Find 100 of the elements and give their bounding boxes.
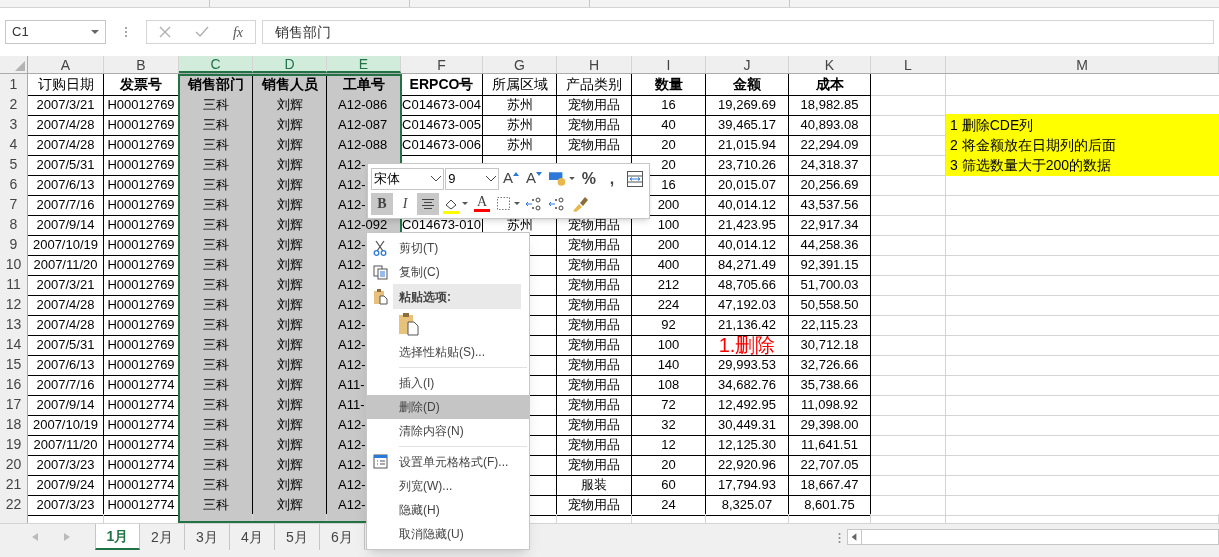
dropdown-caret-icon <box>91 29 99 35</box>
row-header[interactable]: 1 <box>0 74 28 96</box>
table-cell: 12,492.95 <box>706 394 789 416</box>
table-cell: 宠物用品 <box>557 374 632 396</box>
table-cell: H00012769 <box>104 234 179 256</box>
row-header[interactable]: 9 <box>0 234 28 256</box>
table-cell: 212 <box>632 274 706 296</box>
row-header[interactable]: 2 <box>0 94 28 116</box>
table-cell: 22,707.05 <box>789 454 871 476</box>
table-cell: 2007/7/16 <box>28 374 104 396</box>
size-dropdown[interactable]: 9 <box>445 167 500 190</box>
row-header[interactable]: 18 <box>0 414 28 436</box>
menu-item[interactable]: 复制(C) <box>367 260 529 285</box>
row-header[interactable]: 19 <box>0 434 28 456</box>
table-cell: 宠物用品 <box>557 494 632 516</box>
menu-item[interactable]: 隐藏(H) <box>367 497 529 522</box>
menu-item[interactable]: 清除内容(N) <box>367 418 529 443</box>
table-cell: 22,917.34 <box>789 214 871 236</box>
table-cell: H00012769 <box>104 134 179 156</box>
table-cell: 92 <box>632 314 706 336</box>
table-cell: 29,993.53 <box>706 354 789 376</box>
sheet-tab[interactable]: 5月 <box>275 524 320 550</box>
table-cell: 2007/11/20 <box>28 254 104 276</box>
sheet-tab[interactable]: 4月 <box>230 524 275 550</box>
row-header[interactable]: 22 <box>0 494 28 516</box>
row-header[interactable]: 17 <box>0 394 28 416</box>
column-header[interactable]: J <box>706 56 789 73</box>
menu-item[interactable]: 列宽(W)... <box>367 473 529 498</box>
clipboard-icon <box>372 288 388 306</box>
column-header[interactable]: G <box>483 56 557 73</box>
column-title-cell: 订购日期 <box>28 74 104 96</box>
table-cell: H00012769 <box>104 94 179 116</box>
table-cell: 20 <box>632 134 706 156</box>
sheet-tab[interactable]: 2月 <box>140 524 185 550</box>
column-header[interactable]: C <box>179 56 253 73</box>
insert-function-button[interactable]: fx <box>232 21 243 43</box>
menu-item[interactable]: 设置单元格格式(F)... <box>367 449 529 474</box>
caret-icon <box>462 201 468 206</box>
row-header[interactable]: 10 <box>0 254 28 276</box>
menu-item[interactable]: 删除(D) <box>367 394 529 419</box>
sheet-tab[interactable]: 6月 <box>320 524 365 550</box>
number-format-button[interactable]: % <box>578 167 600 190</box>
horizontal-scrollbar[interactable] <box>847 529 1219 545</box>
column-header[interactable]: E <box>327 56 401 73</box>
splitter-icon[interactable] <box>838 532 841 544</box>
row-header[interactable]: 14 <box>0 334 28 356</box>
row-header[interactable]: 4 <box>0 134 28 156</box>
table-cell: 刘辉 <box>253 354 327 376</box>
row-header[interactable]: 7 <box>0 194 28 216</box>
table-cell: 84,271.49 <box>706 254 789 276</box>
row-header[interactable]: 20 <box>0 454 28 476</box>
row-header[interactable]: 6 <box>0 174 28 196</box>
row-header[interactable]: 16 <box>0 374 28 396</box>
column-header[interactable]: M <box>946 56 1219 73</box>
sheet-tab[interactable]: 3月 <box>185 524 230 550</box>
triangle-icon <box>513 170 520 177</box>
table-cell: 22,115.23 <box>789 314 871 336</box>
column-header[interactable]: F <box>401 56 483 73</box>
grow-font-button[interactable]: A <box>500 167 523 190</box>
table-cell: 92,391.15 <box>789 254 871 276</box>
row-header[interactable]: 11 <box>0 274 28 296</box>
table-cell: 刘辉 <box>253 214 327 236</box>
row-header[interactable]: 13 <box>0 314 28 336</box>
table-cell: 400 <box>632 254 706 276</box>
table-cell: H00012769 <box>104 314 179 336</box>
font-dropdown[interactable]: 宋体 <box>371 167 445 190</box>
column-header[interactable]: I <box>632 56 706 73</box>
formula-field[interactable]: 销售部门 <box>262 20 1214 44</box>
row-header[interactable]: 5 <box>0 154 28 176</box>
row-header[interactable]: 12 <box>0 294 28 316</box>
number-format-button[interactable]: , <box>601 167 623 190</box>
row-header[interactable]: 21 <box>0 474 28 496</box>
note-cell: 3 筛选数量大于200的数据 <box>946 154 1219 176</box>
column-header[interactable]: L <box>871 56 946 73</box>
menu-item[interactable]: 插入(I) <box>367 370 529 395</box>
table-cell: 40,014.12 <box>706 234 789 256</box>
column-title-cell: ERPCO号 <box>401 74 483 96</box>
sheet-tab[interactable]: 1月 <box>95 524 140 550</box>
note-cell: 1 删除CDE列 <box>946 114 1219 136</box>
row-header[interactable]: 3 <box>0 114 28 136</box>
bold-button[interactable]: B <box>371 192 393 215</box>
table-cell: 2007/5/31 <box>28 154 104 176</box>
shrink-font-button[interactable]: A <box>523 167 546 190</box>
drag-handle-icon[interactable] <box>124 26 128 38</box>
name-box[interactable]: C1 <box>5 20 106 44</box>
column-title-cell: 所属区域 <box>483 74 557 96</box>
column-header[interactable]: A <box>28 56 104 73</box>
table-cell: 苏州 <box>483 134 557 156</box>
center-align-button[interactable] <box>417 192 439 215</box>
column-header[interactable]: K <box>789 56 871 73</box>
menu-item[interactable]: 剪切(T) <box>367 236 529 261</box>
font-color-button[interactable]: A <box>471 192 493 215</box>
row-header[interactable]: 15 <box>0 354 28 376</box>
menu-item[interactable]: 取消隐藏(U) <box>367 522 529 546</box>
row-header[interactable]: 8 <box>0 214 28 236</box>
menu-item[interactable]: 选择性粘贴(S)... <box>367 339 529 364</box>
table-cell: 22,294.09 <box>789 134 871 156</box>
column-header[interactable]: H <box>557 56 632 73</box>
column-header[interactable]: D <box>253 56 327 73</box>
paste-icon[interactable] <box>398 312 420 337</box>
